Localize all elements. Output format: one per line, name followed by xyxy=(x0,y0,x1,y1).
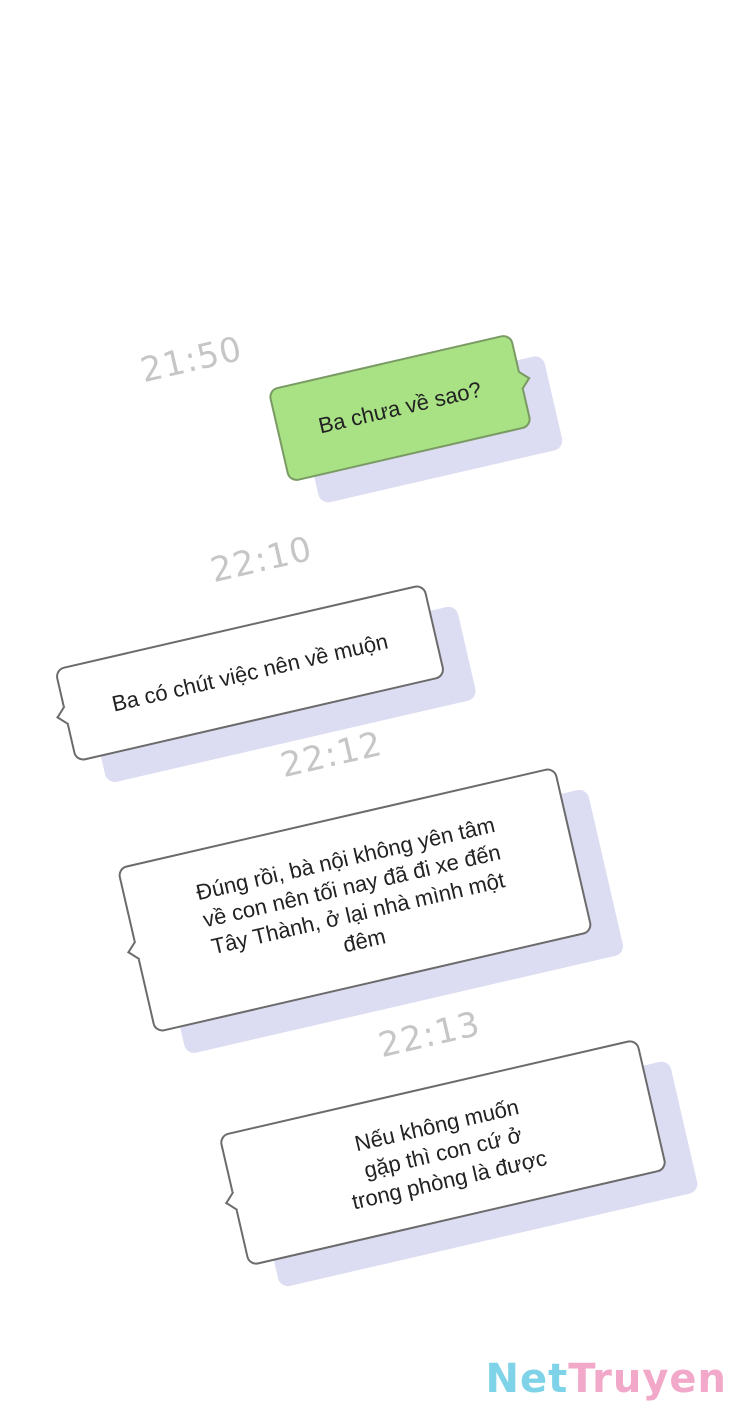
watermark-logo: NetTruyen xyxy=(485,1356,727,1402)
timestamp: 22:10 xyxy=(206,528,317,592)
message-text: Ba chưa về sao? xyxy=(316,376,484,439)
message-outgoing[interactable]: Ba chưa về sao? xyxy=(267,333,565,505)
chat-scene: 21:50 Ba chưa về sao? 22:10 Ba có chút v… xyxy=(0,0,733,1410)
timestamp: 22:13 xyxy=(374,1003,485,1067)
bubble-tail xyxy=(56,705,76,726)
watermark-part-truyen: Truyen xyxy=(568,1356,727,1402)
message-incoming[interactable]: Đúng rồi, bà nội không yên tâm về con nê… xyxy=(116,766,625,1055)
message-incoming[interactable]: Nếu không muốn gặp thì con cứ ở trong ph… xyxy=(218,1038,700,1289)
watermark-part-net: Net xyxy=(485,1356,569,1402)
timestamp: 21:50 xyxy=(136,328,247,392)
bubble-tail xyxy=(224,1190,245,1211)
message-text: Nếu không muốn gặp thì con cứ ở trong ph… xyxy=(349,1093,550,1214)
bubble-tail xyxy=(127,940,147,961)
message-incoming[interactable]: Ba có chút việc nên về muộn xyxy=(54,583,478,784)
